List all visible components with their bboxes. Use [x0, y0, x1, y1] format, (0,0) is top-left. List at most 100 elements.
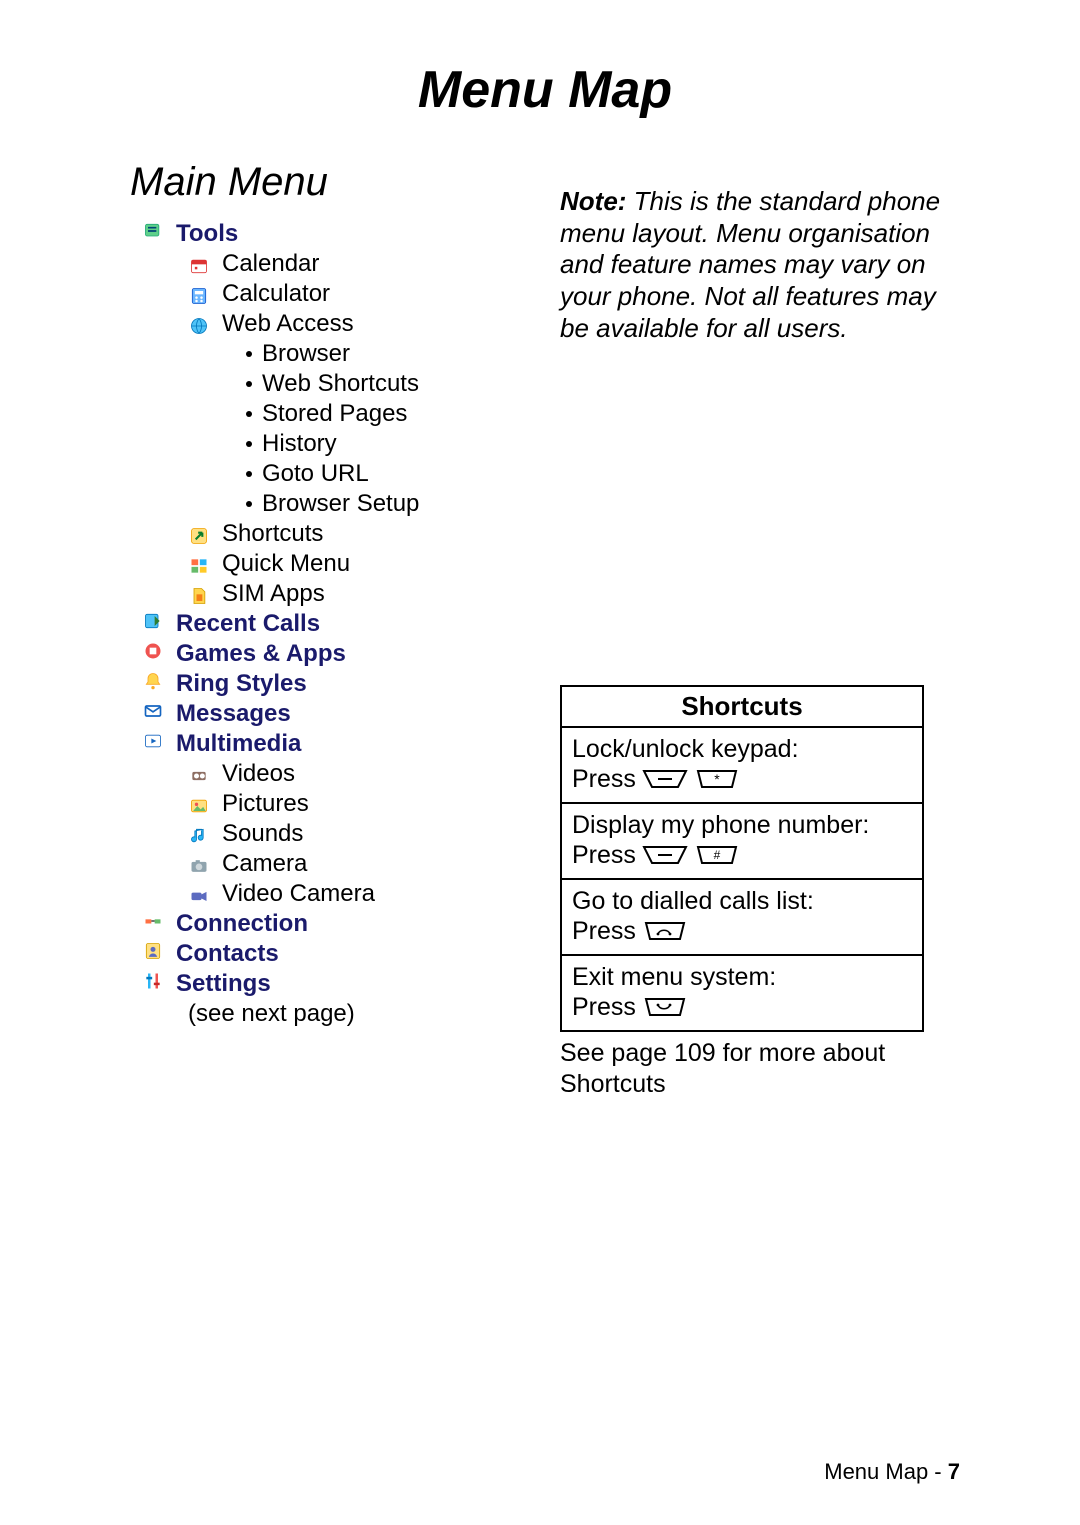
shortcut-description: Exit menu system: [572, 962, 912, 992]
menu-category-label: Settings [176, 969, 271, 999]
left-column: Main Menu ToolsCalendarCalculatorWeb Acc… [130, 160, 530, 1125]
menu-subitem-label: Video Camera [222, 879, 375, 909]
menu-subsubitem-label: Web Shortcuts [262, 369, 419, 399]
send-key-icon [642, 919, 688, 943]
camera-icon [188, 854, 210, 874]
shortcut-description: Display my phone number: [572, 810, 912, 840]
menu-subitem-label: Pictures [222, 789, 309, 819]
shortcut-press-line: Press # [572, 840, 912, 870]
menu-subitem-label: Calculator [222, 279, 330, 309]
end-key-icon [642, 995, 688, 1019]
note: Note: This is the standard phone menu la… [560, 186, 960, 345]
menu-subitem-label: Web Access [222, 309, 354, 339]
menu-subitem: Sounds [188, 819, 530, 849]
shortcuts-header: Shortcuts [562, 687, 922, 728]
svg-text:#: # [714, 848, 721, 862]
footer-label: Menu Map - [824, 1459, 948, 1484]
hash-key-icon: # [694, 843, 740, 867]
ring-icon [142, 669, 164, 689]
menu-key-icon [642, 843, 688, 867]
menu-subitem: Calendar [188, 249, 530, 279]
settings-icon [142, 969, 164, 989]
shortcut-description: Lock/unlock keypad: [572, 734, 912, 764]
menu-trailing-note: (see next page) [188, 999, 530, 1029]
multimedia-icon [142, 729, 164, 749]
menu-category: Connection [142, 909, 530, 939]
menu-subitem-label: SIM Apps [222, 579, 325, 609]
pictures-icon [188, 794, 210, 814]
menu-category-label: Recent Calls [176, 609, 320, 639]
connection-icon [142, 909, 164, 929]
menu-subitem-label: Shortcuts [222, 519, 323, 549]
shortcut-icon [188, 524, 210, 544]
menu-subitem: SIM Apps [188, 579, 530, 609]
sim-icon [188, 584, 210, 604]
shortcut-press-line: Press* [572, 764, 912, 794]
star-key-icon: * [694, 767, 740, 791]
menu-trailing-note-text: (see next page) [188, 999, 355, 1029]
menu-subsubitem: Browser Setup [246, 489, 530, 519]
menu-category: Messages [142, 699, 530, 729]
shortcut-press-line: Press [572, 916, 912, 946]
menu-subitem: Pictures [188, 789, 530, 819]
page-title: Menu Map [130, 60, 960, 120]
menu-category-label: Contacts [176, 939, 279, 969]
menu-subitem: Web Access [188, 309, 530, 339]
menu-subitem-label: Sounds [222, 819, 303, 849]
menu-subsubitem: History [246, 429, 530, 459]
menu-subitem: Calculator [188, 279, 530, 309]
menu-category: Settings [142, 969, 530, 999]
shortcut-press-label: Press [572, 840, 636, 870]
contacts-icon [142, 939, 164, 959]
menu-subitem-label: Quick Menu [222, 549, 350, 579]
shortcut-cell: Display my phone number:Press # [562, 804, 922, 880]
videos-icon [188, 764, 210, 784]
main-menu-heading: Main Menu [130, 160, 530, 205]
web-icon [188, 314, 210, 334]
shortcut-press-line: Press [572, 992, 912, 1022]
menu-subitem: Quick Menu [188, 549, 530, 579]
shortcuts-footer: See page 109 for more about Shortcuts [560, 1038, 920, 1101]
menu-subsubitem-label: History [262, 429, 337, 459]
sounds-icon [188, 824, 210, 844]
menu-subsubitem-label: Browser Setup [262, 489, 419, 519]
quickmenu-icon [188, 554, 210, 574]
right-column: Note: This is the standard phone menu la… [560, 160, 960, 1125]
tools-icon [142, 219, 164, 239]
menu-category-label: Connection [176, 909, 308, 939]
calculator-icon [188, 284, 210, 304]
menu-category-label: Messages [176, 699, 291, 729]
shortcut-cell: Lock/unlock keypad:Press* [562, 728, 922, 804]
menu-subitem-label: Camera [222, 849, 307, 879]
shortcut-cell: Go to dialled calls list:Press [562, 880, 922, 956]
games-icon [142, 639, 164, 659]
menu-subsubitem-label: Browser [262, 339, 350, 369]
menu-subsubitem-label: Stored Pages [262, 399, 407, 429]
footer-page-number: 7 [948, 1459, 960, 1484]
menu-subitem: Videos [188, 759, 530, 789]
menu-category-label: Ring Styles [176, 669, 307, 699]
shortcut-press-label: Press [572, 992, 636, 1022]
menu-tree: ToolsCalendarCalculatorWeb AccessBrowser… [130, 219, 530, 1029]
menu-category: Recent Calls [142, 609, 530, 639]
menu-subsubitem-label: Goto URL [262, 459, 369, 489]
content-columns: Main Menu ToolsCalendarCalculatorWeb Acc… [130, 160, 960, 1125]
video-camera-icon [188, 884, 210, 904]
page-footer: Menu Map - 7 [824, 1459, 960, 1485]
bullet-icon [246, 351, 252, 357]
note-label: Note: [560, 186, 626, 216]
menu-subitem-label: Videos [222, 759, 295, 789]
menu-category: Contacts [142, 939, 530, 969]
menu-category-label: Tools [176, 219, 238, 249]
menu-subsubitem: Web Shortcuts [246, 369, 530, 399]
menu-subsubitem: Browser [246, 339, 530, 369]
menu-category-label: Games & Apps [176, 639, 346, 669]
menu-category: Ring Styles [142, 669, 530, 699]
menu-category-label: Multimedia [176, 729, 301, 759]
menu-subsubitem: Stored Pages [246, 399, 530, 429]
bullet-icon [246, 441, 252, 447]
menu-category: Tools [142, 219, 530, 249]
messages-icon [142, 699, 164, 719]
bullet-icon [246, 501, 252, 507]
menu-subitem-label: Calendar [222, 249, 319, 279]
